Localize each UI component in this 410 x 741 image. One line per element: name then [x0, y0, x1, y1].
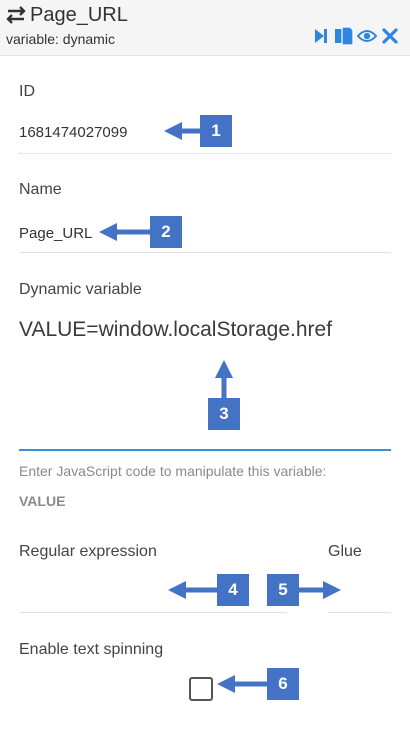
annotation-badge-3: 3 [208, 398, 240, 430]
annotation-badge-1: 1 [200, 115, 232, 147]
annotation-arrows [99, 122, 341, 693]
annotation-badge-4: 4 [217, 574, 249, 606]
arrow-6 [217, 675, 267, 693]
arrow-2 [99, 223, 150, 241]
arrow-5 [299, 581, 341, 599]
annotation-badge-2: 2 [150, 216, 182, 248]
arrow-4 [168, 581, 217, 599]
arrow-3 [215, 360, 233, 398]
arrow-1 [164, 122, 200, 140]
annotation-badge-6: 6 [267, 668, 299, 700]
annotation-badge-5: 5 [267, 574, 299, 606]
